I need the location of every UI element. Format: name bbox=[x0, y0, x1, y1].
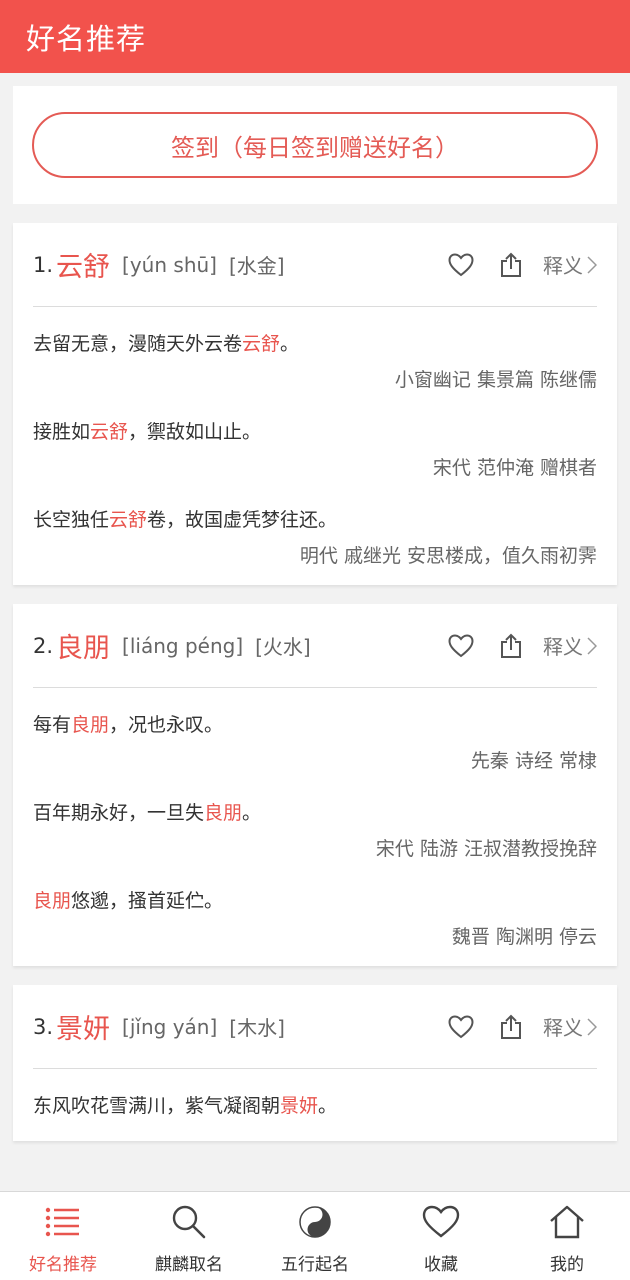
card-actions: 释义 bbox=[447, 631, 597, 660]
card-actions: 释义 bbox=[447, 1012, 597, 1041]
meaning-label: 释义 bbox=[543, 635, 583, 659]
pinyin: [liáng péng] bbox=[122, 633, 244, 658]
chevron-right-icon bbox=[587, 255, 597, 274]
verse-line: 接胜如云舒，禦敌如山止。 bbox=[33, 421, 262, 443]
recommended-name[interactable]: 云舒 bbox=[56, 245, 110, 284]
verse-highlight: 景妍 bbox=[280, 1095, 319, 1117]
five-elements: [木水] bbox=[229, 1016, 285, 1040]
favorite-heart-icon[interactable] bbox=[447, 251, 475, 279]
verse-highlight: 云舒 bbox=[242, 333, 281, 355]
share-icon[interactable] bbox=[497, 251, 525, 279]
checkin-card: 签到（每日签到赠送好名） bbox=[13, 86, 617, 204]
verse-line: 百年期永好，一旦失良朋。 bbox=[33, 802, 262, 824]
verse-line: 去留无意，漫随天外云卷云舒。 bbox=[33, 333, 300, 355]
app-header: 好名推荐 bbox=[0, 0, 630, 73]
verse-highlight: 良朋 bbox=[33, 890, 72, 912]
verse-line: 东风吹花雪满川，紫气凝阁朝景妍。 bbox=[33, 1095, 338, 1117]
verse-item: 百年期永好，一旦失良朋。 宋代 陆游 汪叔潜教授挽辞 bbox=[33, 776, 597, 864]
share-icon[interactable] bbox=[497, 632, 525, 660]
rank-number: 3. bbox=[33, 1014, 54, 1039]
verse-item: 东风吹花雪满川，紫气凝阁朝景妍。 bbox=[33, 1069, 597, 1121]
verse-highlight: 良朋 bbox=[204, 802, 243, 824]
verse-source: 宋代 陆游 汪叔潜教授挽辞 bbox=[375, 838, 597, 860]
meaning-link[interactable]: 释义 bbox=[543, 250, 597, 279]
verse-item: 去留无意，漫随天外云卷云舒。 小窗幽记 集景篇 陈继儒 bbox=[33, 307, 597, 395]
rank-number: 2. bbox=[33, 633, 54, 658]
five-elements: [水金] bbox=[228, 254, 285, 278]
tab-qilin-naming[interactable]: 麒麟取名 bbox=[126, 1192, 252, 1280]
app-root: 好名推荐 签到（每日签到赠送好名） 1. 云舒 [yún shū] [水金] 释… bbox=[0, 0, 630, 1280]
verse-source: 魏晋 陶渊明 停云 bbox=[451, 926, 597, 948]
card-actions: 释义 bbox=[447, 250, 597, 279]
verse-source: 宋代 范仲淹 赠棋者 bbox=[432, 457, 597, 479]
search-icon bbox=[169, 1202, 209, 1242]
card-header: 1. 云舒 [yún shū] [水金] 释义 bbox=[33, 223, 597, 307]
meaning-link[interactable]: 释义 bbox=[543, 631, 597, 660]
verse-item: 接胜如云舒，禦敌如山止。 宋代 范仲淹 赠棋者 bbox=[33, 395, 597, 483]
card-header: 2. 良朋 [liáng péng] [火水] 释义 bbox=[33, 604, 597, 688]
verse-line: 每有良朋，况也永叹。 bbox=[33, 714, 224, 736]
verse-item: 长空独任云舒卷，故国虚凭梦往还。 明代 戚继光 安思楼成，值久雨初霁 bbox=[33, 483, 597, 571]
verse-highlight: 云舒 bbox=[90, 421, 129, 443]
favorite-heart-icon[interactable] bbox=[447, 1013, 475, 1041]
favorite-heart-icon[interactable] bbox=[447, 632, 475, 660]
name-card: 1. 云舒 [yún shū] [水金] 释义 去留无意，漫随天外云卷云舒。 小… bbox=[13, 223, 617, 585]
rank-number: 1. bbox=[33, 252, 54, 277]
tab-label: 收藏 bbox=[424, 1255, 458, 1275]
tab-five-elements-naming[interactable]: 五行起名 bbox=[252, 1192, 378, 1280]
recommended-name[interactable]: 良朋 bbox=[56, 626, 110, 665]
share-icon[interactable] bbox=[497, 1013, 525, 1041]
list-icon bbox=[43, 1202, 83, 1242]
tab-label: 好名推荐 bbox=[29, 1255, 97, 1275]
tab-label: 麒麟取名 bbox=[155, 1255, 223, 1275]
pinyin: [jǐng yán] bbox=[122, 1014, 218, 1039]
home-icon bbox=[547, 1202, 587, 1242]
verse-list: 每有良朋，况也永叹。 先秦 诗经 常棣 百年期永好，一旦失良朋。 宋代 陆游 汪… bbox=[33, 688, 597, 966]
yin-yang-icon bbox=[295, 1202, 335, 1242]
chevron-right-icon bbox=[587, 1017, 597, 1036]
tab-label: 五行起名 bbox=[281, 1255, 349, 1275]
verse-line: 良朋悠邈，搔首延伫。 bbox=[33, 890, 224, 912]
tab-label: 我的 bbox=[550, 1255, 584, 1275]
verse-item: 每有良朋，况也永叹。 先秦 诗经 常棣 bbox=[33, 688, 597, 776]
verse-highlight: 云舒 bbox=[109, 509, 148, 531]
card-header: 3. 景妍 [jǐng yán] [木水] 释义 bbox=[33, 985, 597, 1069]
verse-source: 先秦 诗经 常棣 bbox=[470, 750, 597, 772]
tab-mine[interactable]: 我的 bbox=[504, 1192, 630, 1280]
pinyin: [yún shū] bbox=[122, 252, 217, 277]
tab-recommend[interactable]: 好名推荐 bbox=[0, 1192, 126, 1280]
verse-line: 长空独任云舒卷，故国虚凭梦往还。 bbox=[33, 509, 338, 531]
meaning-label: 释义 bbox=[543, 1016, 583, 1040]
verse-list: 东风吹花雪满川，紫气凝阁朝景妍。 bbox=[33, 1069, 597, 1141]
heart-icon bbox=[421, 1202, 461, 1242]
main-content[interactable]: 签到（每日签到赠送好名） 1. 云舒 [yún shū] [水金] 释义 去留无… bbox=[0, 73, 630, 1191]
bottom-tab-bar: 好名推荐 麒麟取名 五行起名 收藏 我的 bbox=[0, 1191, 630, 1280]
verse-highlight: 良朋 bbox=[71, 714, 110, 736]
verse-source: 明代 戚继光 安思楼成，值久雨初霁 bbox=[299, 545, 597, 567]
verse-source: 小窗幽记 集景篇 陈继儒 bbox=[394, 369, 597, 391]
five-elements: [火水] bbox=[255, 635, 311, 659]
verse-item: 良朋悠邈，搔首延伫。 魏晋 陶渊明 停云 bbox=[33, 864, 597, 952]
recommended-name[interactable]: 景妍 bbox=[56, 1007, 110, 1046]
tab-favorites[interactable]: 收藏 bbox=[378, 1192, 504, 1280]
chevron-right-icon bbox=[587, 636, 597, 655]
meaning-link[interactable]: 释义 bbox=[543, 1012, 597, 1041]
checkin-button[interactable]: 签到（每日签到赠送好名） bbox=[32, 112, 598, 178]
page-title: 好名推荐 bbox=[26, 21, 147, 56]
name-card: 3. 景妍 [jǐng yán] [木水] 释义 东风吹花雪满川，紫气凝阁朝景妍… bbox=[13, 985, 617, 1141]
meaning-label: 释义 bbox=[543, 254, 583, 278]
name-card: 2. 良朋 [liáng péng] [火水] 释义 每有良朋，况也永叹。 先秦… bbox=[13, 604, 617, 966]
verse-list: 去留无意，漫随天外云卷云舒。 小窗幽记 集景篇 陈继儒 接胜如云舒，禦敌如山止。… bbox=[33, 307, 597, 585]
